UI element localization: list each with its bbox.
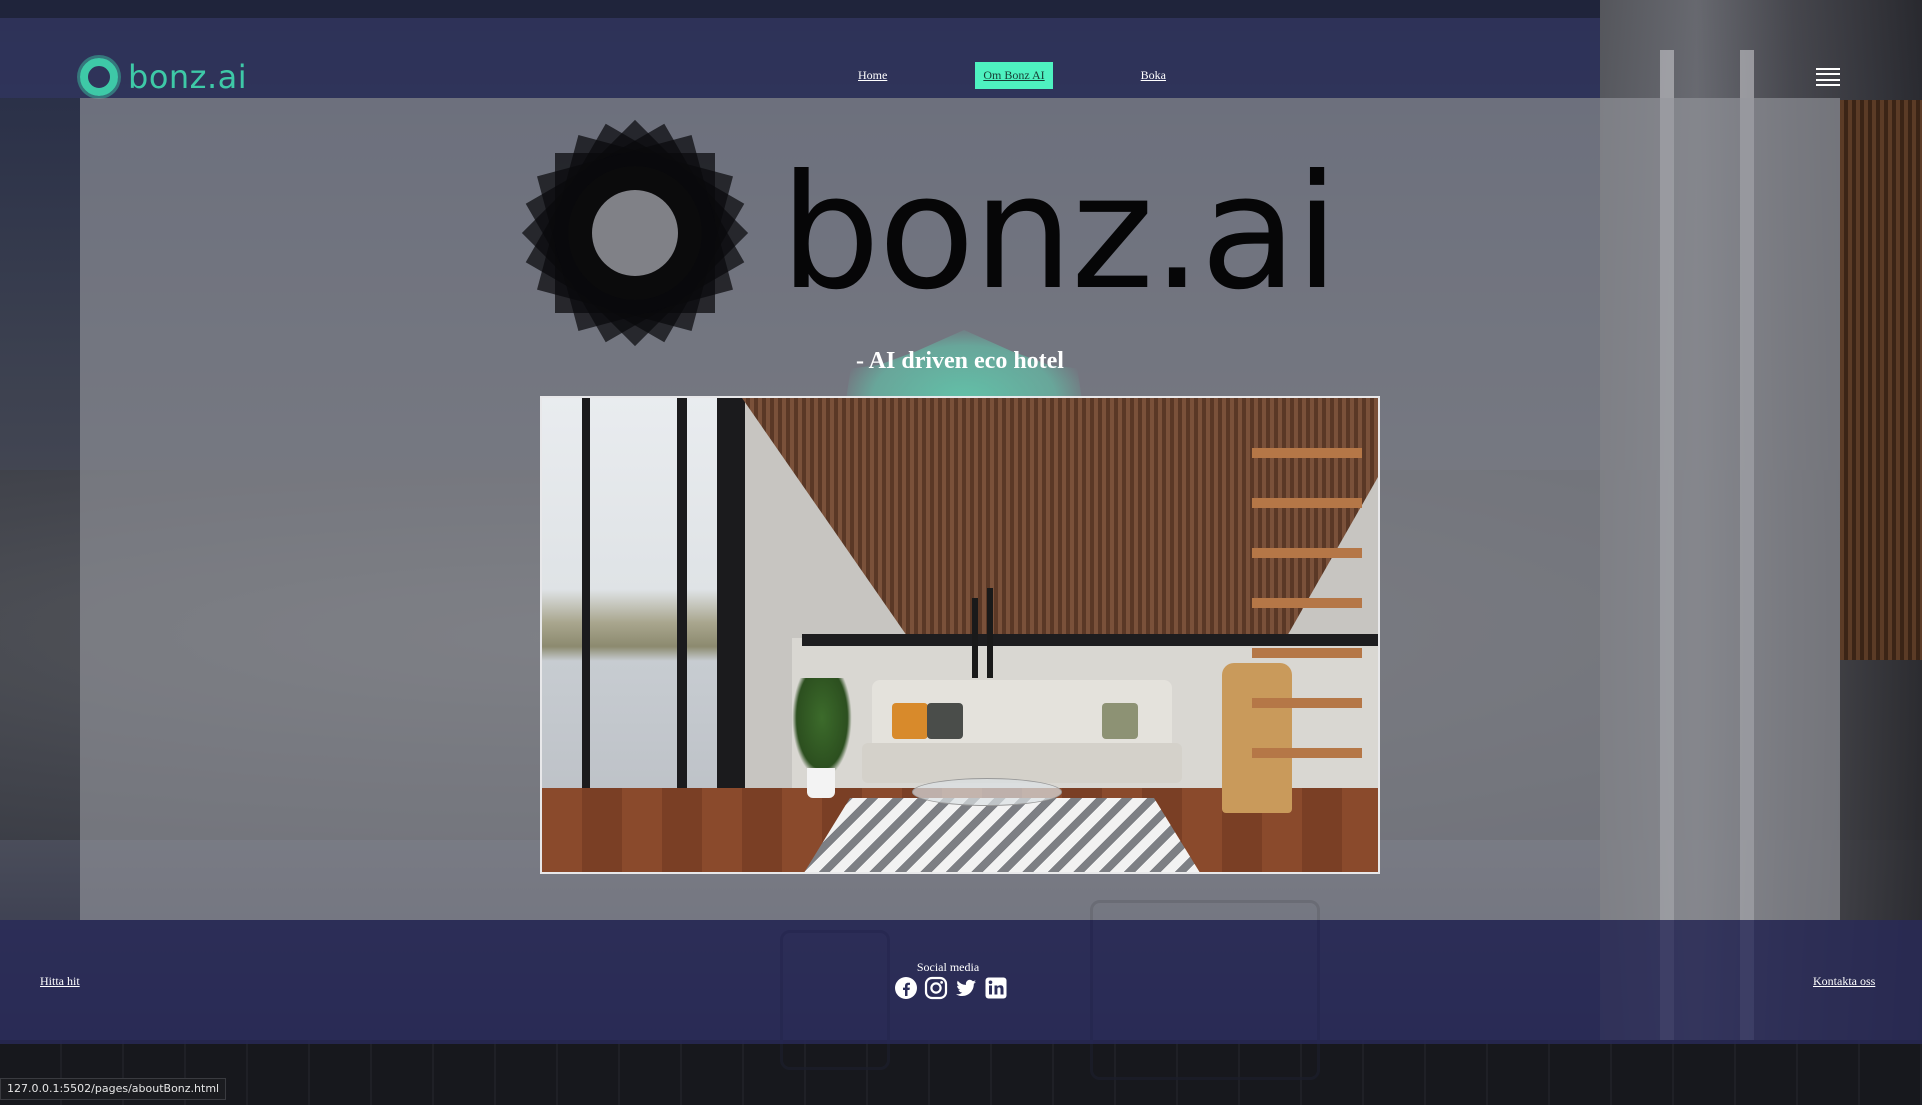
nav-link-home[interactable]: Home <box>850 62 895 89</box>
social-media-label: Social media <box>916 960 980 974</box>
social-icons <box>894 976 1008 1000</box>
hero-logo: bonz.ai <box>521 119 1339 347</box>
page-footer: Hitta hit Social media Kontakta oss <box>0 920 1922 1044</box>
brand-name: bonz.ai <box>128 58 248 96</box>
hero-tagline: - AI driven eco hotel <box>856 348 1064 374</box>
background-deck <box>0 1040 1922 1105</box>
top-navigation-bar: bonz.ai Home Om Bonz AI Boka <box>0 0 1840 98</box>
brand-logo-icon <box>80 58 118 96</box>
hero-wordmark: bonz.ai <box>780 141 1339 325</box>
brand-logo-link[interactable]: bonz.ai <box>80 58 247 96</box>
find-us-link[interactable]: Hitta hit <box>40 974 80 989</box>
sun-ring-logo-icon <box>521 119 749 347</box>
linkedin-icon[interactable] <box>984 976 1008 1000</box>
nav-link-about[interactable]: Om Bonz AI <box>975 62 1053 89</box>
facebook-icon[interactable] <box>894 976 918 1000</box>
main-content-panel: bonz.ai - AI driven eco hotel <box>80 98 1840 920</box>
contact-us-link[interactable]: Kontakta oss <box>1813 974 1875 989</box>
hamburger-menu-icon[interactable] <box>1816 68 1840 86</box>
main-nav: Home Om Bonz AI Boka <box>850 62 1174 89</box>
instagram-icon[interactable] <box>924 976 948 1000</box>
nav-link-boka[interactable]: Boka <box>1133 62 1174 89</box>
status-bar-url: 127.0.0.1:5502/pages/aboutBonz.html <box>0 1078 227 1100</box>
twitter-icon[interactable] <box>954 976 978 1000</box>
background-wood-panel <box>1840 100 1922 660</box>
hero-interior-photo <box>540 396 1380 874</box>
